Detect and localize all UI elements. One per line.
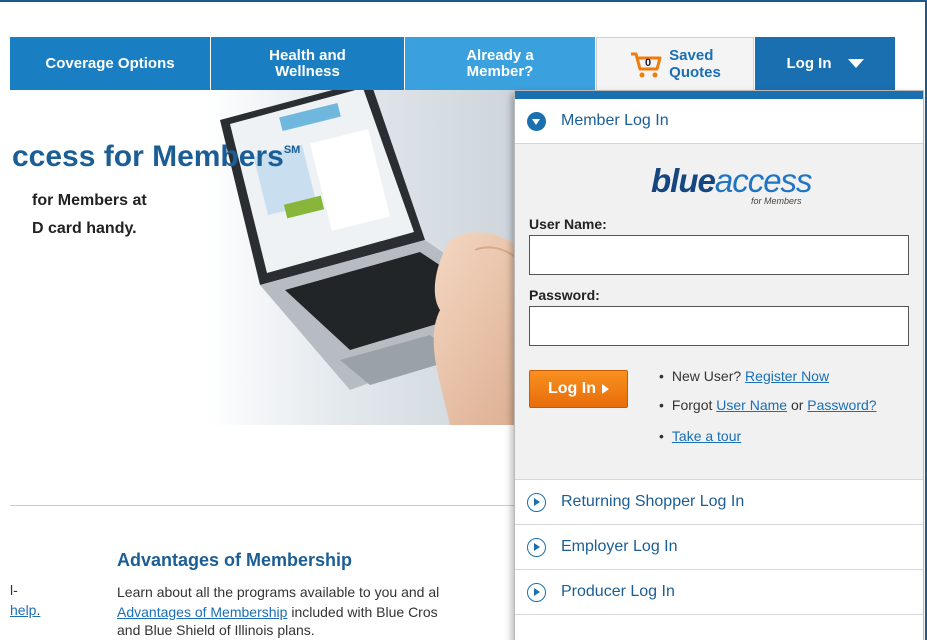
chevron-right-circle-icon	[527, 537, 546, 557]
employer-login-header[interactable]: Employer Log In	[515, 525, 923, 570]
chevron-down-circle-icon	[527, 111, 546, 131]
nav-health-wellness[interactable]: Health and Wellness	[211, 37, 404, 90]
nav-health-line1: Health and	[269, 46, 346, 64]
nav-login-toggle[interactable]: Log In	[755, 37, 895, 90]
new-user-line: • New User? Register Now	[659, 368, 829, 384]
new-user-text: New User?	[671, 368, 742, 384]
or-text: or	[790, 397, 804, 413]
section-divider	[10, 505, 515, 506]
producer-login-header[interactable]: Producer Log In	[515, 570, 923, 615]
login-button-label: Log In	[548, 380, 596, 397]
panel-top-bar	[515, 91, 923, 99]
nav-coverage-options[interactable]: Coverage Options	[10, 37, 210, 90]
service-mark: SM	[283, 144, 301, 156]
logo-access: access	[714, 162, 813, 199]
register-now-link[interactable]: Register Now	[745, 368, 829, 384]
saved-line2: Quotes	[669, 64, 721, 81]
main-nav: Coverage Options Health and Wellness Alr…	[10, 37, 924, 90]
hero-banner: ccess for MembersSM for Members at D car…	[10, 90, 570, 425]
hero-title: ccess for MembersSM	[12, 140, 300, 174]
take-tour-link[interactable]: Take a tour	[672, 428, 741, 444]
logo-subtitle: for Members	[751, 196, 802, 206]
shopping-cart-icon: 0	[629, 49, 663, 79]
help-suffix: .	[36, 602, 41, 618]
tour-line: • Take a tour	[659, 428, 741, 444]
advantages-line2: Advantages of Membership included with B…	[117, 602, 517, 622]
advantages-line1: Learn about all the programs available t…	[117, 584, 440, 600]
chevron-right-circle-icon	[527, 582, 546, 602]
nav-already-member[interactable]: Already a Member?	[405, 37, 595, 90]
nav-member-line1: Already a	[466, 46, 534, 64]
employer-login-label: Employer Log In	[561, 538, 678, 555]
username-label: User Name:	[529, 216, 607, 232]
nav-saved-quotes[interactable]: 0 Saved Quotes	[596, 37, 754, 90]
left-help-link-wrap: help.	[10, 602, 40, 618]
saved-line1: Saved	[669, 47, 714, 64]
nav-member-line2: Member?	[466, 62, 534, 80]
bullet-icon: •	[659, 428, 664, 444]
advantages-line3: and Blue Shield of Illinois plans.	[117, 622, 315, 638]
advantages-body: Learn about all the programs available t…	[117, 582, 517, 622]
logo-blue: blue	[651, 162, 716, 199]
nav-member-label: Already a Member?	[466, 46, 534, 80]
returning-shopper-login-header[interactable]: Returning Shopper Log In	[515, 480, 923, 525]
play-arrow-icon	[601, 384, 609, 394]
advantages-line2-rest: included with Blue Cros	[287, 604, 438, 620]
hero-subtitle-line1: for Members at	[32, 192, 147, 209]
login-dropdown-panel: Member Log In blueaccess for Members Use…	[514, 90, 924, 640]
logo-wordmark: blueaccess	[651, 162, 813, 200]
bullet-icon: •	[659, 397, 664, 413]
producer-login-label: Producer Log In	[561, 583, 675, 600]
chevron-down-icon	[847, 59, 864, 68]
advantages-link[interactable]: Advantages of Membership	[117, 604, 287, 620]
chevron-right-circle-icon	[527, 492, 546, 512]
password-label: Password:	[529, 287, 600, 303]
hero-subtitle-line2: D card handy.	[32, 220, 137, 237]
member-login-form: blueaccess for Members User Name: Passwo…	[515, 144, 923, 480]
forgot-username-link[interactable]: User Name	[716, 397, 787, 413]
advantages-heading: Advantages of Membership	[117, 550, 353, 570]
left-column-text: l-	[10, 582, 18, 598]
nav-coverage-label: Coverage Options	[45, 54, 175, 72]
saved-quotes-label: Saved Quotes	[669, 47, 721, 81]
saved-count: 0	[645, 57, 651, 69]
hero-title-text: ccess for Members	[12, 140, 284, 173]
nav-health-label: Health and Wellness	[269, 46, 346, 80]
password-input[interactable]	[529, 306, 909, 346]
bullet-icon: •	[659, 368, 664, 384]
forgot-text: Forgot	[671, 397, 713, 413]
member-login-label: Member Log In	[561, 112, 669, 129]
page-frame: Coverage Options Health and Wellness Alr…	[0, 0, 927, 640]
member-login-header[interactable]: Member Log In	[515, 99, 923, 144]
login-button[interactable]: Log In	[529, 370, 628, 408]
nav-login-label: Log In	[786, 54, 832, 72]
help-link[interactable]: help	[10, 602, 36, 618]
nav-health-line2: Wellness	[275, 62, 340, 80]
returning-shopper-label: Returning Shopper Log In	[561, 493, 745, 510]
username-input[interactable]	[529, 235, 909, 275]
blueaccess-logo: blueaccess for Members	[651, 162, 821, 212]
forgot-line: • Forgot User Name or Password?	[659, 397, 877, 413]
forgot-password-link[interactable]: Password?	[807, 397, 876, 413]
